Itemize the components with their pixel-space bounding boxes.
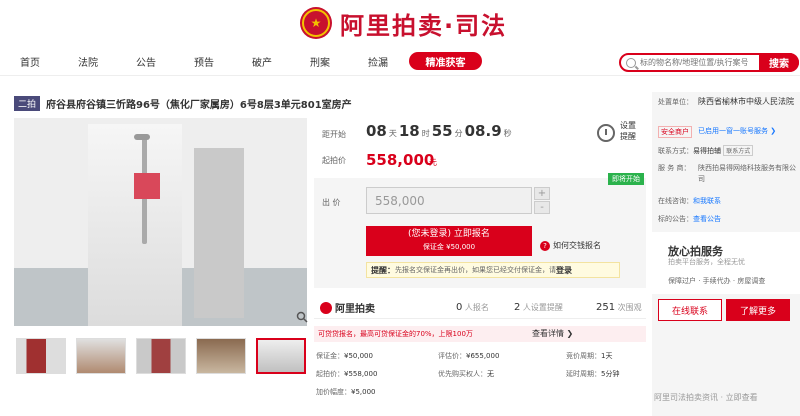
- start-price-value: 起拍价：¥558,000: [316, 370, 378, 378]
- item-title-row: 二拍 府谷县府谷镇三忻路96号（焦化厂家属房）6号8层3单元801室房产: [14, 96, 352, 111]
- bidding-period: 竞价周期：1天: [566, 352, 613, 360]
- item-title: 府谷县府谷镇三忻路96号（焦化厂家属房）6号8层3单元801室房产: [46, 100, 352, 111]
- bid-amount-input[interactable]: 558,000: [366, 187, 532, 214]
- service-provider: 陕西拍易得网络科技服务有限公司: [698, 164, 796, 183]
- contact-chip[interactable]: 联系方式: [723, 145, 754, 156]
- price-unit: 元: [429, 158, 437, 167]
- price-label: 起拍价: [322, 156, 346, 165]
- thumbnail-strip: [14, 338, 307, 374]
- thumbnail[interactable]: [16, 338, 66, 374]
- loan-detail-link[interactable]: 查看详情 ❯: [532, 328, 573, 339]
- nav-item-court[interactable]: 法院: [78, 54, 98, 69]
- priority-buyer: 优先购买权人：无: [438, 370, 494, 378]
- search-button[interactable]: 搜索: [759, 53, 799, 72]
- reminder-count: 2 人设置提醒: [514, 302, 563, 313]
- how-to-pay-link[interactable]: ? 如何交钱报名: [540, 240, 601, 251]
- watermark: 阿里司法拍卖资讯 · 立即查看: [654, 393, 758, 402]
- notice-row: 标的公告：查看公告: [658, 215, 721, 223]
- login-link[interactable]: 登录: [556, 265, 572, 276]
- service-label: 服 务 商：: [658, 164, 691, 172]
- nav-item-home[interactable]: 首页: [20, 54, 40, 69]
- bid-label: 出 价: [322, 198, 341, 207]
- set-reminder[interactable]: 设置 提醒: [620, 120, 636, 142]
- promo-subtitle: 拍卖平台服务，全程无忧: [668, 258, 745, 266]
- countdown-timer: 08 天 18 时 55 分 08.9 秒: [366, 122, 512, 140]
- status-badge: 即将开始: [608, 173, 644, 185]
- loan-banner: 可贷贷报名，最高可贷保证金的70%，上限100万: [314, 326, 646, 342]
- bid-increment: 加价幅度：¥5,000: [316, 388, 376, 396]
- nav-item-notice[interactable]: 公告: [136, 54, 156, 69]
- court-name[interactable]: 陕西省榆林市中级人民法院: [698, 96, 796, 107]
- blurred-area: [134, 173, 160, 199]
- thumbnail[interactable]: [136, 338, 186, 374]
- deposit-value: 保证金：¥50,000: [316, 352, 373, 360]
- extension-period: 延时周期：5分钟: [566, 370, 620, 378]
- learn-more-button[interactable]: 了解更多: [726, 299, 790, 321]
- start-price: 558,000: [366, 151, 435, 169]
- nav-item-bankruptcy[interactable]: 破产: [252, 54, 272, 69]
- nav-item-preview[interactable]: 预告: [194, 54, 214, 69]
- clock-icon[interactable]: [597, 124, 615, 142]
- court-emblem-icon: ★: [300, 7, 332, 39]
- reminder-tip: 提醒： 先报名交保证金再出价，如果您已经交付保证金，请 登录: [366, 262, 620, 278]
- main-photo[interactable]: [14, 118, 307, 326]
- enrolled-count: 0 人报名: [456, 302, 489, 313]
- appraisal-value: 评估价：¥655,000: [438, 352, 500, 360]
- contact-online-button[interactable]: 在线联系: [658, 299, 722, 321]
- search-input[interactable]: [640, 58, 750, 67]
- notice-link[interactable]: 查看公告: [693, 215, 721, 223]
- nav-item-hot[interactable]: 精准获客: [409, 52, 482, 70]
- door-frame: [194, 148, 244, 318]
- header: ★ 阿里拍卖·司法: [0, 0, 800, 46]
- unit-label: 处置单位：: [658, 98, 693, 106]
- view-count: 251 次围观: [596, 302, 642, 313]
- search-bar: 搜索: [619, 53, 799, 72]
- nav-item-criminal[interactable]: 刑案: [310, 54, 330, 69]
- shower-wall: [88, 124, 182, 326]
- increase-button[interactable]: +: [534, 187, 550, 200]
- safe-merchant-badge: 安全商户: [658, 126, 692, 138]
- thumbnail[interactable]: [76, 338, 126, 374]
- ali-auction-logo: 阿里拍卖: [320, 300, 375, 315]
- promo-tags: 保障过户 · 手续代办 · 房屋调查: [668, 277, 766, 285]
- decrease-button[interactable]: -: [534, 201, 550, 214]
- logo-text: 阿里拍卖·司法: [340, 11, 508, 40]
- search-icon: [626, 57, 636, 68]
- logo[interactable]: ★ 阿里拍卖·司法: [300, 6, 507, 40]
- online-row: 在线咨询：和我联系: [658, 197, 721, 205]
- zoom-icon[interactable]: [296, 311, 308, 323]
- signup-button[interactable]: (您未登录) 立即报名 保证金 ¥50,000: [366, 226, 532, 256]
- timer-label: 距开始: [322, 130, 346, 139]
- service-link[interactable]: 已启用一窗一账号服务 ❯: [698, 126, 776, 136]
- nav-item-bargain[interactable]: 捡漏: [368, 54, 388, 69]
- thumbnail-active[interactable]: [256, 338, 306, 374]
- ali-logo-icon: [320, 301, 332, 314]
- info-icon: ?: [540, 240, 550, 251]
- contact-link[interactable]: 和我联系: [693, 197, 721, 205]
- thumbnail[interactable]: [196, 338, 246, 374]
- round-badge: 二拍: [14, 96, 41, 111]
- contact-row: 联系方式：易得拍辅 联系方式: [658, 145, 754, 156]
